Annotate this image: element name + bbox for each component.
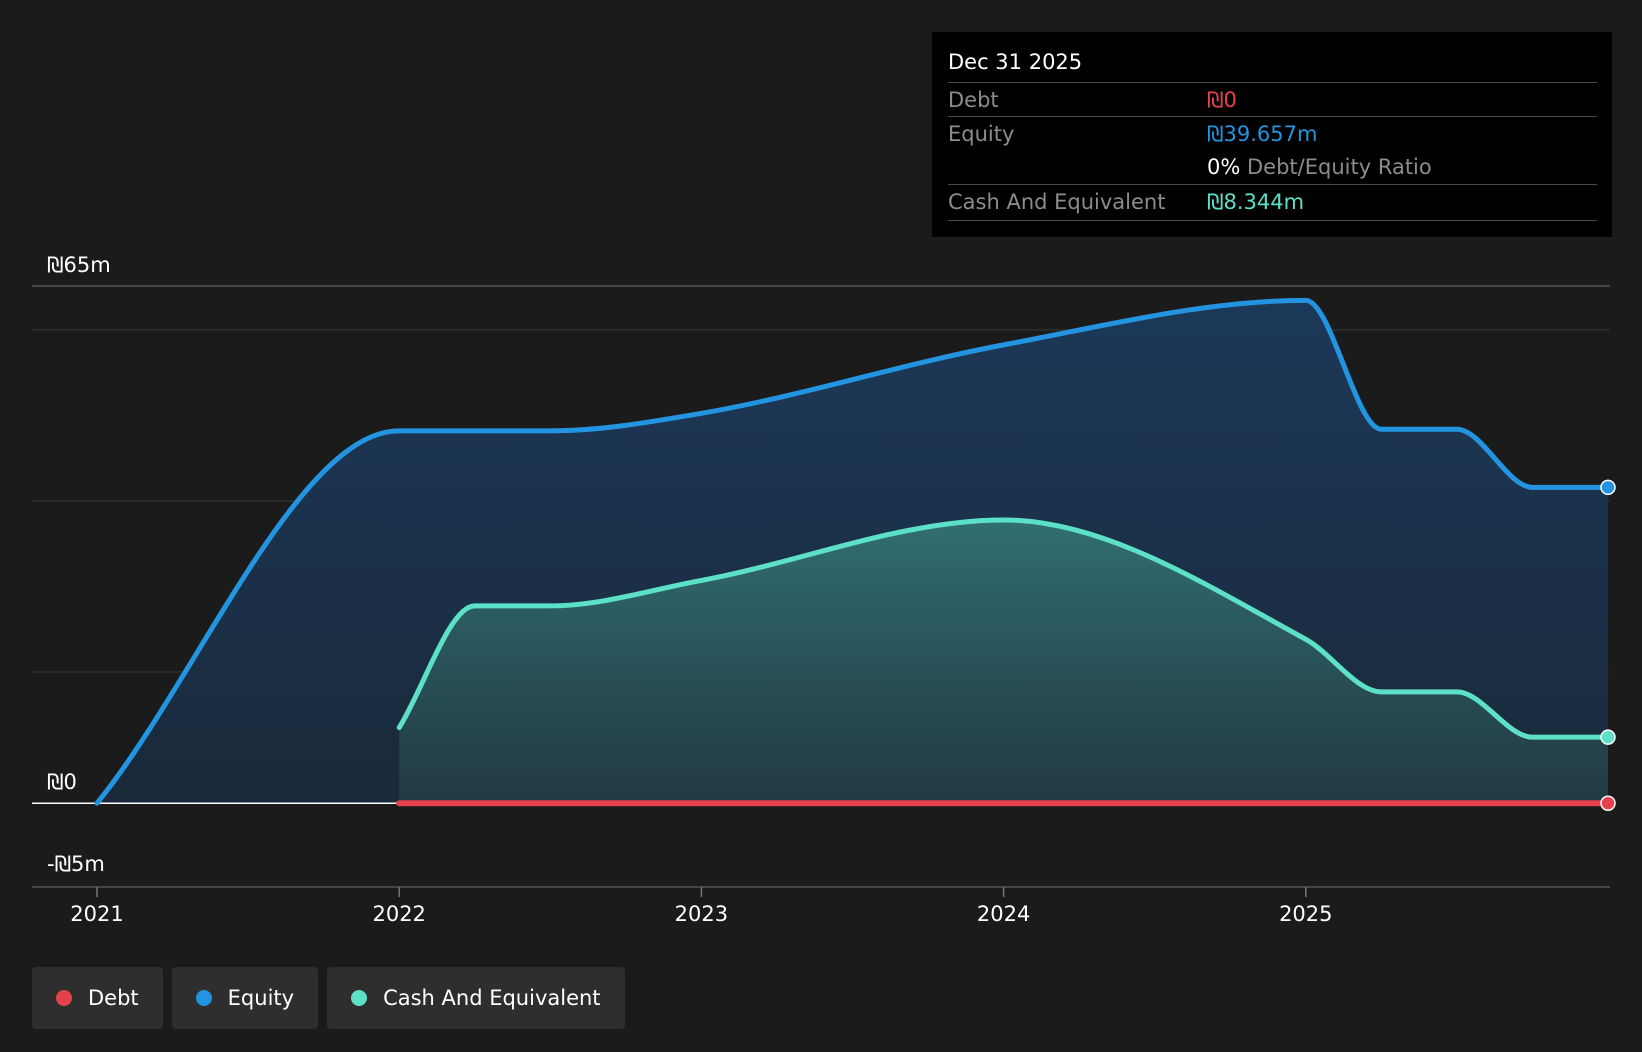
y-tick-label: ₪65m [47, 253, 111, 277]
tooltip-row-equity: Equity ₪39.657m [948, 116, 1597, 151]
tooltip-equity-value: ₪39.657m [1207, 122, 1318, 146]
cash-and-equivalent-end-marker [1600, 729, 1616, 745]
tooltip-row-cash: Cash And Equivalent ₪8.344m [948, 184, 1597, 219]
tooltip-row-ratio: 0% Debt/Equity Ratio [948, 150, 1597, 184]
x-tick-label: 2021 [70, 902, 123, 926]
tooltip-debt-value: ₪0 [1207, 88, 1237, 112]
legend: Debt Equity Cash And Equivalent [32, 967, 625, 1029]
legend-label-debt: Debt [88, 986, 139, 1010]
legend-item-debt[interactable]: Debt [32, 967, 163, 1029]
tooltip-cash-label: Cash And Equivalent [948, 190, 1166, 214]
legend-item-equity[interactable]: Equity [171, 967, 319, 1029]
tooltip-row-debt: Debt ₪0 [948, 82, 1597, 117]
debt-end-marker [1600, 795, 1616, 811]
x-tick-label: 2024 [977, 902, 1030, 926]
tooltip-equity-label: Equity [948, 122, 1015, 146]
equity-end-marker [1600, 479, 1616, 496]
legend-item-cash[interactable]: Cash And Equivalent [327, 967, 625, 1029]
legend-label-equity: Equity [227, 986, 295, 1010]
y-tick-label: -₪5m [47, 852, 105, 876]
tooltip-ratio-label: Debt/Equity Ratio [1247, 155, 1432, 179]
tooltip-ratio-value: 0% [1207, 155, 1241, 179]
tooltip-date: Dec 31 2025 [948, 50, 1083, 74]
tooltip-panel: Dec 31 2025 Debt ₪0 Equity ₪39.657m 0% D… [932, 32, 1612, 237]
x-tick-label: 2025 [1279, 902, 1332, 926]
tooltip-ratio: 0% Debt/Equity Ratio [1207, 155, 1432, 179]
legend-label-cash: Cash And Equivalent [383, 986, 601, 1010]
legend-dot-cash [351, 990, 368, 1006]
series-areas [97, 300, 1609, 804]
x-tick-label: 2022 [372, 902, 425, 926]
legend-dot-debt [56, 990, 72, 1006]
tooltip-cash-value: ₪8.344m [1207, 190, 1305, 214]
tooltip-debt-label: Debt [948, 88, 999, 112]
x-tick-label: 2023 [675, 902, 728, 926]
legend-dot-equity [195, 990, 212, 1006]
y-tick-label: ₪0 [47, 770, 77, 794]
tooltip-divider [948, 220, 1597, 221]
